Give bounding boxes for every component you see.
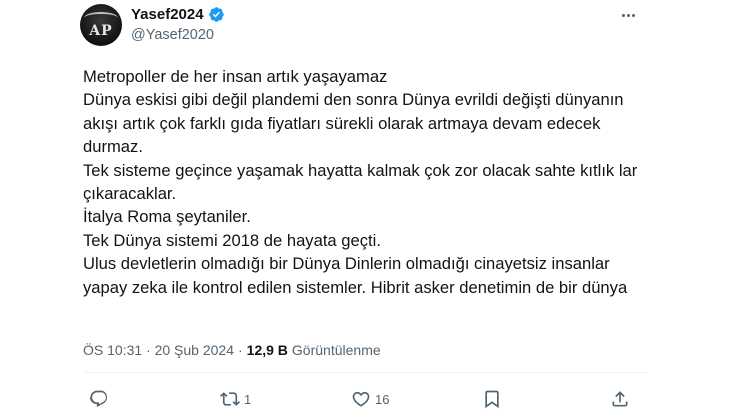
views-label: Görüntülenme	[291, 342, 381, 358]
divider	[83, 372, 647, 373]
reply-button[interactable]	[89, 386, 113, 412]
retweet-icon	[220, 392, 240, 406]
more-options-icon[interactable]	[617, 7, 639, 23]
retweet-button[interactable]: 1	[220, 386, 251, 412]
tweet-card: AP Yasef2024 @Yasef2020 Metropoller de h…	[0, 0, 730, 420]
tweet-meta: ÖS 10:31 · 20 Şub 2024 · 12,9 B Görüntül…	[83, 342, 381, 358]
tweet-text: Metropoller de her insan artık yaşayamaz…	[83, 67, 638, 297]
bookmark-button[interactable]	[482, 386, 502, 412]
bookmark-icon	[485, 390, 499, 409]
share-button[interactable]	[610, 386, 630, 412]
like-button[interactable]: 16	[351, 386, 389, 412]
like-count: 16	[375, 391, 390, 407]
views-count: 12,9 B	[246, 342, 288, 358]
retweet-count: 1	[244, 391, 252, 407]
avatar-logo-text: AP	[89, 23, 113, 39]
share-icon	[612, 391, 628, 407]
author-display-name[interactable]: Yasef2024	[131, 6, 204, 23]
tweet-actions: 1 16	[83, 386, 633, 414]
author-handle[interactable]: @Yasef2020	[131, 27, 214, 43]
reply-icon	[89, 390, 108, 408]
tweet-timestamp[interactable]: ÖS 10:31 · 20 Şub 2024	[83, 342, 234, 358]
verified-badge-icon[interactable]	[208, 6, 225, 23]
meta-separator: ·	[238, 342, 243, 358]
heart-icon	[352, 391, 370, 407]
avatar[interactable]: AP	[80, 4, 122, 46]
author-name-row: Yasef2024	[131, 6, 225, 23]
